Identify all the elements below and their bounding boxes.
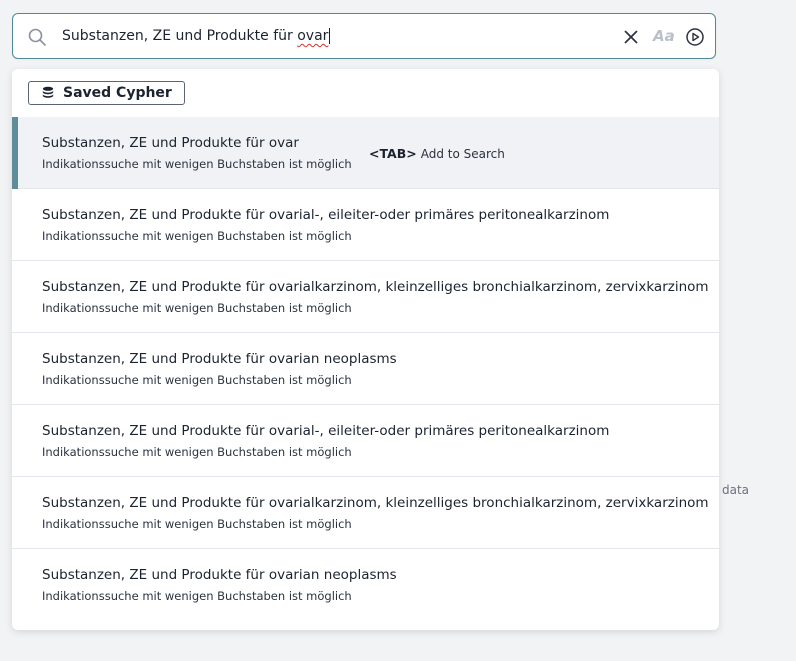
suggestion-item[interactable]: Substanzen, ZE und Produkte für ovarial-… <box>12 189 719 261</box>
suggestion-subtitle: Indikationssuche mit wenigen Buchstaben … <box>42 589 352 603</box>
search-input[interactable]: Substanzen, ZE und Produkte für ovar <box>62 14 331 58</box>
close-icon[interactable] <box>621 27 641 47</box>
search-bar[interactable]: Substanzen, ZE und Produkte für ovar Aa <box>12 13 716 59</box>
tab-key-label: <TAB> <box>369 146 417 161</box>
search-query-typed: ovar <box>297 28 329 44</box>
suggestion-list: Substanzen, ZE und Produkte für ovar Ind… <box>12 117 719 621</box>
background-text: data <box>722 483 750 497</box>
suggestion-item[interactable]: Substanzen, ZE und Produkte für ovarian … <box>12 549 719 621</box>
suggestion-item[interactable]: Substanzen, ZE und Produkte für ovarial-… <box>12 405 719 477</box>
suggestion-subtitle: Indikationssuche mit wenigen Buchstaben … <box>42 157 352 171</box>
tab-hint: <TAB> Add to Search <box>369 146 505 161</box>
search-query-prefix: Substanzen, ZE und Produkte für <box>62 28 298 44</box>
play-circle-icon[interactable] <box>685 27 705 47</box>
tab-hint-label: Add to Search <box>420 147 505 161</box>
suggestion-title: Substanzen, ZE und Produkte für ovarial-… <box>42 423 610 439</box>
suggestion-title: Substanzen, ZE und Produkte für ovarial-… <box>42 207 610 223</box>
database-icon <box>42 86 54 98</box>
suggestions-dropdown: Saved Cypher Substanzen, ZE und Produkte… <box>12 69 719 630</box>
text-caret <box>329 28 331 44</box>
suggestion-subtitle: Indikationssuche mit wenigen Buchstaben … <box>42 229 352 243</box>
suggestion-title: Substanzen, ZE und Produkte für ovarialk… <box>42 279 709 295</box>
suggestion-subtitle: Indikationssuche mit wenigen Buchstaben … <box>42 445 352 459</box>
suggestion-subtitle: Indikationssuche mit wenigen Buchstaben … <box>42 301 352 315</box>
suggestion-subtitle: Indikationssuche mit wenigen Buchstaben … <box>42 373 352 387</box>
suggestion-item[interactable]: Substanzen, ZE und Produkte für ovar Ind… <box>12 117 719 189</box>
suggestion-title: Substanzen, ZE und Produkte für ovar <box>42 135 299 151</box>
page: data Substanzen, ZE und Produkte für ova… <box>0 0 796 661</box>
match-case-icon[interactable]: Aa <box>653 26 675 46</box>
suggestion-subtitle: Indikationssuche mit wenigen Buchstaben … <box>42 517 352 531</box>
suggestion-item[interactable]: Substanzen, ZE und Produkte für ovarian … <box>12 333 719 405</box>
suggestion-title: Substanzen, ZE und Produkte für ovarialk… <box>42 495 709 511</box>
suggestion-item[interactable]: Substanzen, ZE und Produkte für ovarialk… <box>12 477 719 549</box>
suggestion-title: Substanzen, ZE und Produkte für ovarian … <box>42 567 397 583</box>
suggestion-title: Substanzen, ZE und Produkte für ovarian … <box>42 351 397 367</box>
saved-cypher-label: Saved Cypher <box>63 85 172 101</box>
saved-cypher-button[interactable]: Saved Cypher <box>28 81 185 105</box>
suggestion-item[interactable]: Substanzen, ZE und Produkte für ovarialk… <box>12 261 719 333</box>
search-icon <box>28 28 46 46</box>
